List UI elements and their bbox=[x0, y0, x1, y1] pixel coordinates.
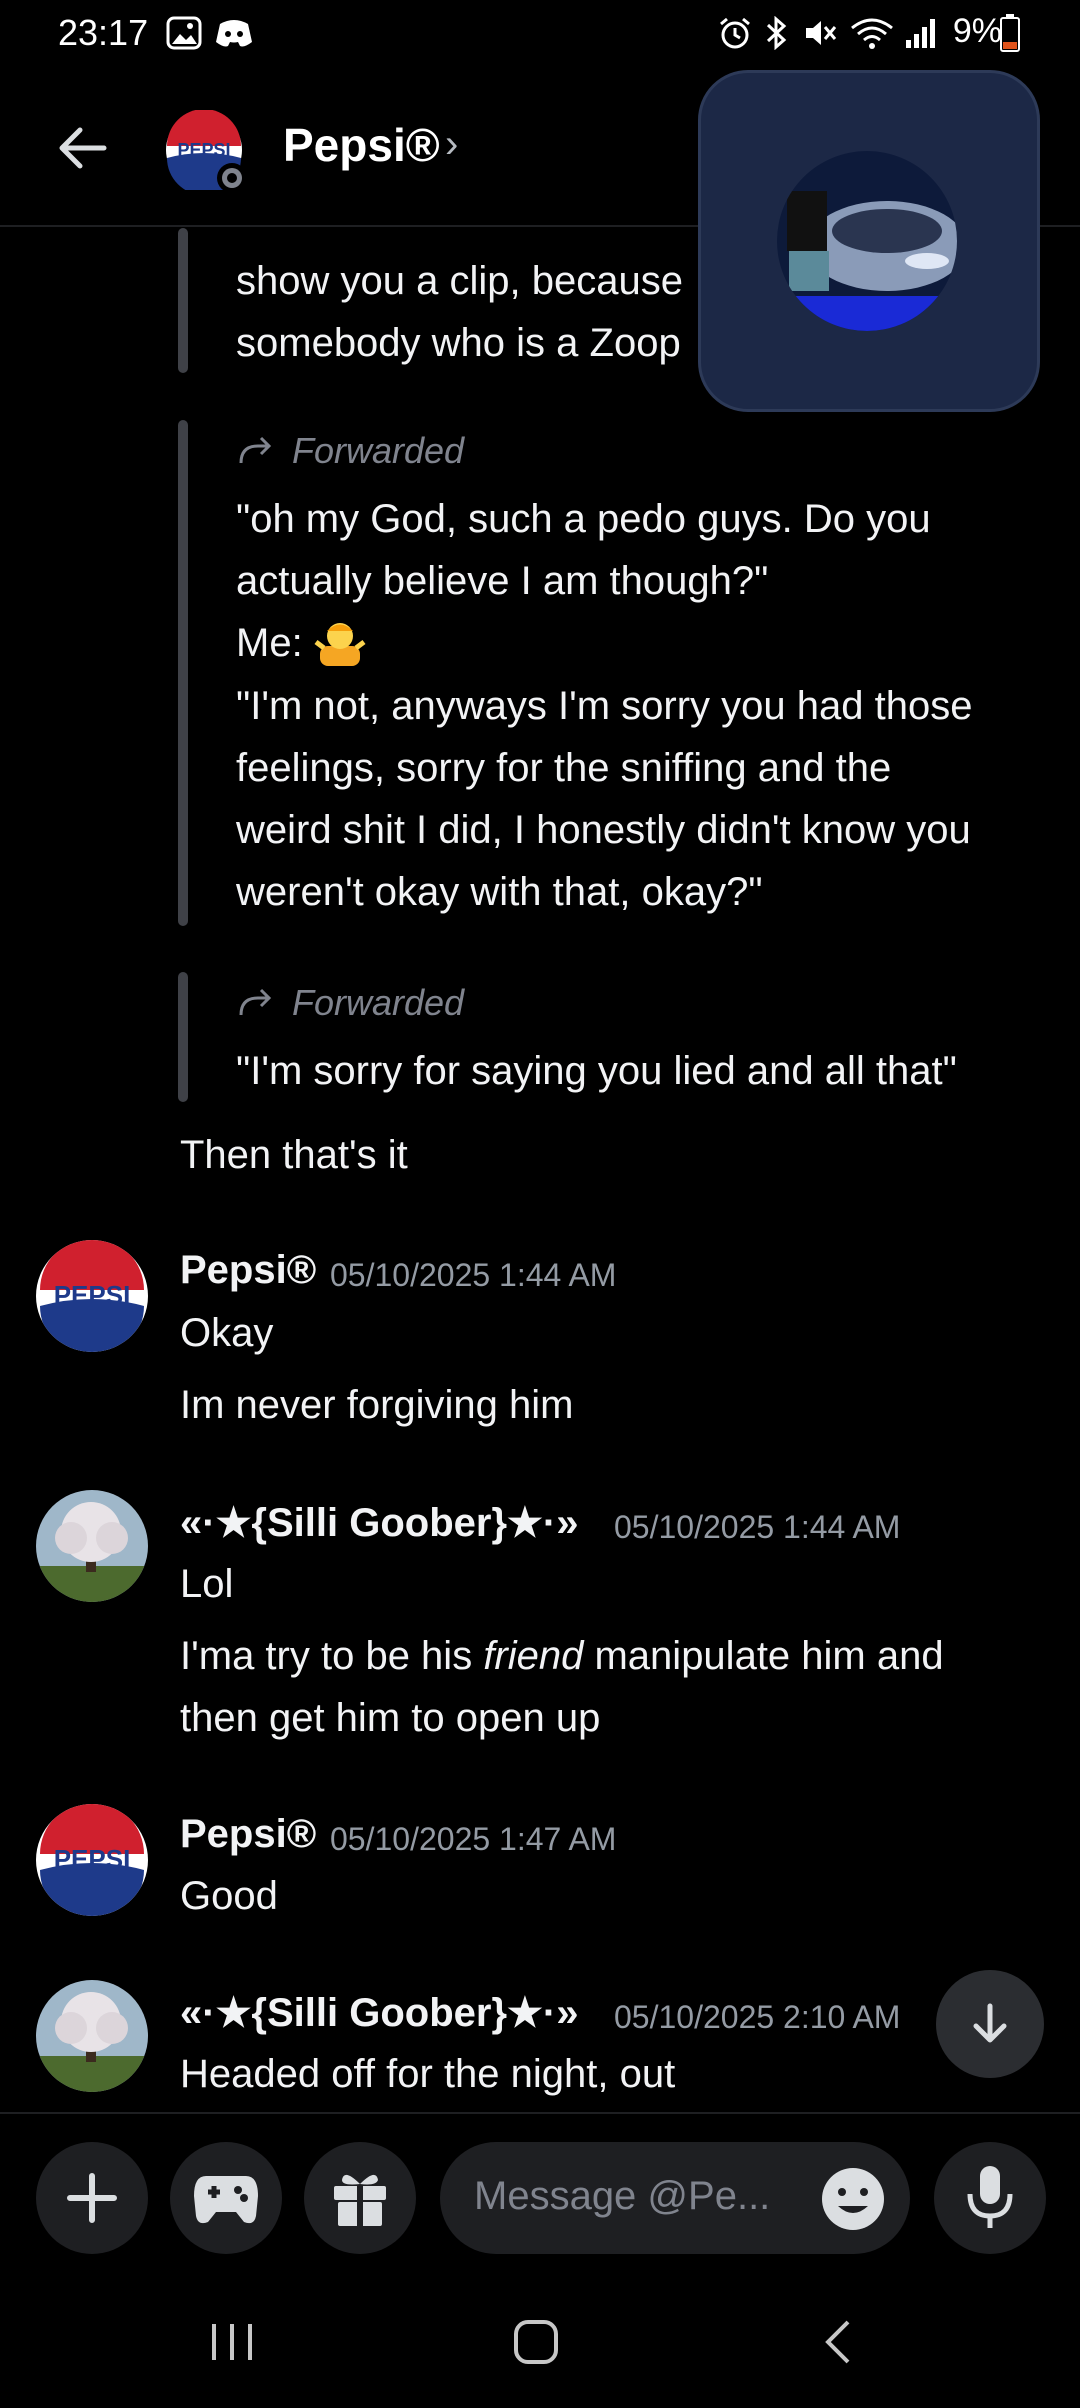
tree-photo bbox=[36, 1490, 148, 1602]
gallery-icon bbox=[166, 16, 202, 50]
timestamp: 05/10/2025 2:10 AM bbox=[614, 1999, 901, 2035]
message-line: weren't okay with that, okay?" bbox=[236, 870, 763, 914]
message-line: Im never forgiving him bbox=[180, 1383, 574, 1427]
header-title[interactable]: Pepsi® bbox=[283, 118, 440, 172]
forward-bar bbox=[178, 972, 188, 1102]
wifi-icon bbox=[851, 18, 893, 49]
signal-icon bbox=[906, 19, 935, 48]
forward-arrow-icon bbox=[239, 436, 272, 464]
forward-bar bbox=[178, 228, 188, 373]
message-line: Me: bbox=[236, 612, 366, 674]
pepsi-logo: PEPSI bbox=[37, 1240, 147, 1352]
home-icon[interactable] bbox=[512, 2318, 560, 2366]
bluetooth-icon bbox=[766, 16, 787, 50]
message-line: actually believe I am though?" bbox=[236, 559, 769, 603]
message-line: somebody who is a Zoop bbox=[236, 321, 681, 365]
forward-bar bbox=[178, 420, 188, 926]
message-line: "I'm sorry for saying you lied and all t… bbox=[236, 1049, 957, 1093]
tree-photo bbox=[36, 1980, 148, 2092]
activities-button[interactable] bbox=[170, 2142, 282, 2254]
discord-icon bbox=[216, 20, 252, 47]
message-input[interactable]: Message @Pe... bbox=[440, 2142, 910, 2254]
message-line: Headed off for the night, out bbox=[180, 2052, 676, 2096]
voice-message-button[interactable] bbox=[934, 2142, 1046, 2254]
status-time: 23:17 bbox=[58, 12, 149, 53]
message-placeholder: Message @Pe... bbox=[474, 2174, 771, 2218]
message-line: I'ma try to be his friend manipulate him… bbox=[180, 1625, 944, 1687]
message-line: then get him to open up bbox=[180, 1696, 601, 1740]
arrow-down-icon bbox=[973, 2003, 1007, 2043]
status-offline-icon bbox=[217, 163, 247, 193]
header-avatar[interactable]: PEPSI bbox=[164, 109, 247, 195]
svg-text:PEPSI: PEPSI bbox=[54, 1280, 131, 1310]
chevron-right-icon[interactable]: › bbox=[445, 122, 458, 167]
username[interactable]: Pepsi® bbox=[180, 1248, 316, 1293]
username[interactable]: Pepsi® bbox=[180, 1812, 316, 1857]
system-nav-bar bbox=[0, 2262, 1080, 2408]
status-bar: 23:17 9% bbox=[0, 0, 1080, 70]
message-line: Then that's it bbox=[180, 1133, 408, 1177]
message-text: manipulate him and bbox=[583, 1634, 944, 1678]
message-text: I'ma try to be his bbox=[180, 1634, 484, 1678]
alarm-icon bbox=[720, 17, 750, 49]
system-back-icon[interactable] bbox=[818, 2318, 858, 2366]
message-line: weird shit I did, I honestly didn't know… bbox=[236, 808, 971, 852]
mute-icon bbox=[806, 21, 837, 45]
message-line: show you a clip, because bbox=[236, 259, 683, 303]
message-composer: Message @Pe... bbox=[0, 2112, 1080, 2264]
emoji-icon[interactable] bbox=[820, 2166, 886, 2232]
message-emphasis: friend bbox=[483, 1634, 584, 1678]
forwarded-label: Forwarded bbox=[292, 982, 465, 1023]
gamepad-icon bbox=[194, 2176, 258, 2224]
user-avatar[interactable] bbox=[36, 1980, 148, 2092]
message-line-text: Me: bbox=[236, 621, 303, 665]
recents-icon[interactable] bbox=[208, 2320, 256, 2364]
timestamp: 05/10/2025 1:44 AM bbox=[330, 1257, 617, 1293]
forward-arrow-icon bbox=[239, 988, 272, 1016]
car-photo bbox=[777, 151, 957, 331]
timestamp: 05/10/2025 1:44 AM bbox=[614, 1509, 901, 1545]
username[interactable]: «·★{Silli Goober}★·» bbox=[180, 1500, 578, 1546]
timestamp: 05/10/2025 1:47 AM bbox=[330, 1821, 617, 1857]
battery-percent: 9% bbox=[952, 12, 1002, 50]
message-line: Good bbox=[180, 1874, 278, 1918]
shrug-emoji-icon bbox=[314, 623, 366, 666]
jump-to-bottom-button[interactable] bbox=[936, 1970, 1044, 2078]
gift-icon bbox=[334, 2174, 386, 2228]
plus-icon bbox=[67, 2173, 117, 2223]
pip-call-window[interactable] bbox=[698, 70, 1040, 412]
svg-text:PEPSI: PEPSI bbox=[54, 1844, 131, 1874]
microphone-icon bbox=[967, 2166, 1013, 2228]
svg-text:PEPSI: PEPSI bbox=[177, 140, 230, 160]
message-line: "I'm not, anyways I'm sorry you had thos… bbox=[236, 684, 973, 728]
back-arrow-icon[interactable] bbox=[52, 118, 112, 178]
battery-icon bbox=[1000, 14, 1020, 52]
user-avatar[interactable]: PEPSI bbox=[36, 1240, 148, 1352]
user-avatar[interactable] bbox=[36, 1490, 148, 1602]
gift-button[interactable] bbox=[304, 2142, 416, 2254]
message-line: feelings, sorry for the sniffing and the bbox=[236, 746, 892, 790]
message-line: "oh my God, such a pedo guys. Do you bbox=[236, 497, 931, 541]
forwarded-label: Forwarded bbox=[292, 430, 465, 471]
add-attachment-button[interactable] bbox=[36, 2142, 148, 2254]
user-avatar[interactable]: PEPSI bbox=[36, 1804, 148, 1916]
message-line: Lol bbox=[180, 1562, 234, 1606]
pip-avatar bbox=[777, 151, 957, 331]
pepsi-logo: PEPSI bbox=[37, 1804, 147, 1916]
message-line: Okay bbox=[180, 1311, 274, 1355]
username[interactable]: «·★{Silli Goober}★·» bbox=[180, 1990, 578, 2036]
